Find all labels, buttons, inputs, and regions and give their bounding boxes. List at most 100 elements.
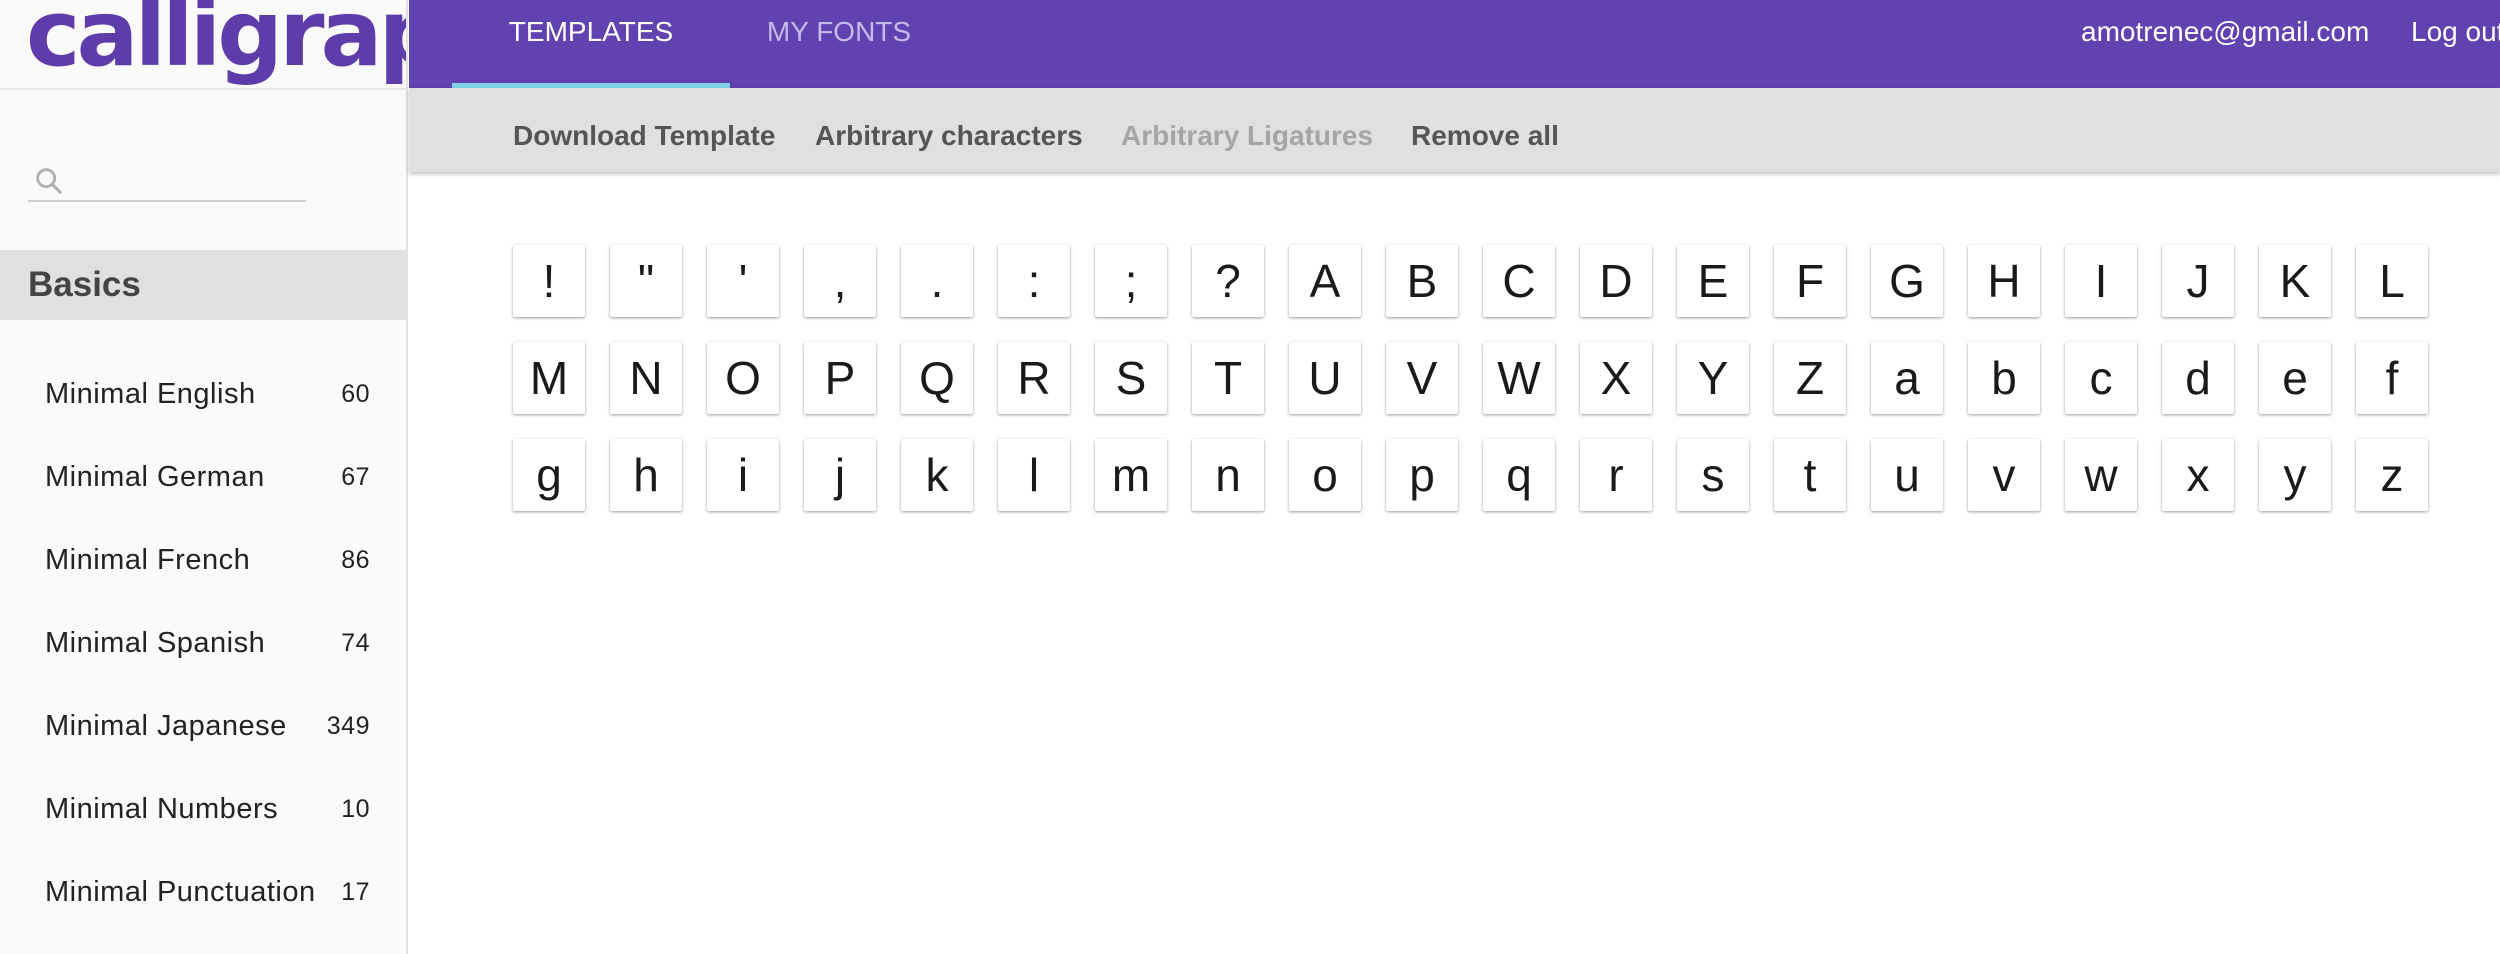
character-cell[interactable]: j [804,439,876,511]
template-name: Minimal Numbers [45,793,279,825]
character-cell[interactable]: d [2162,342,2234,414]
template-count: 67 [341,463,370,491]
template-count: 86 [341,546,370,574]
character-cell[interactable]: p [1386,439,1458,511]
character-cell[interactable]: : [998,245,1070,317]
template-count: 60 [341,380,370,408]
template-count: 10 [341,795,370,823]
tab-templates[interactable]: TEMPLATES [452,0,730,88]
character-cell[interactable]: ! [513,245,585,317]
character-cell[interactable]: o [1289,439,1361,511]
character-cell[interactable]: U [1289,342,1361,414]
character-cell[interactable]: b [1968,342,2040,414]
character-cell[interactable]: e [2259,342,2331,414]
character-cell[interactable]: w [2065,439,2137,511]
search-input[interactable] [74,160,304,200]
character-cell[interactable]: N [610,342,682,414]
template-count: 74 [341,629,370,657]
template-name: Minimal Japanese [45,710,287,742]
character-cell[interactable]: A [1289,245,1361,317]
character-cell[interactable]: ' [707,245,779,317]
template-count: 349 [326,712,370,740]
character-cell[interactable]: k [901,439,973,511]
template-item[interactable]: Minimal French 86 [0,519,406,602]
template-item[interactable]: Minimal Punctuation 17 [0,851,406,934]
character-cell[interactable]: x [2162,439,2234,511]
character-cell[interactable]: F [1774,245,1846,317]
category-basics[interactable]: Basics [0,250,406,320]
template-name: Minimal Punctuation [45,876,316,908]
character-cell[interactable]: n [1192,439,1264,511]
template-list: Minimal English 60 Minimal German 67 Minimal… [0,353,406,934]
app-logo[interactable]: calligraphr [26,0,406,80]
character-cell[interactable]: y [2259,439,2331,511]
character-cell[interactable]: i [707,439,779,511]
character-cell[interactable]: O [707,342,779,414]
character-cell[interactable]: . [901,245,973,317]
character-cell[interactable]: W [1483,342,1555,414]
character-cell[interactable]: T [1192,342,1264,414]
character-cell[interactable]: v [1968,439,2040,511]
character-cell[interactable]: , [804,245,876,317]
remove-all-button[interactable]: Remove all [1411,88,1559,184]
template-item[interactable]: Minimal English 60 [0,353,406,436]
character-cell[interactable]: c [2065,342,2137,414]
top-bar: TEMPLATES MY FONTS amotrenec@gmail.com L… [409,0,2500,88]
character-cell[interactable]: Y [1677,342,1749,414]
character-cell[interactable]: B [1386,245,1458,317]
character-cell[interactable]: X [1580,342,1652,414]
character-cell[interactable]: E [1677,245,1749,317]
character-cell[interactable]: t [1774,439,1846,511]
character-cell[interactable]: G [1871,245,1943,317]
character-cell[interactable]: " [610,245,682,317]
character-cell[interactable]: f [2356,342,2428,414]
template-item[interactable]: Minimal Japanese 349 [0,685,406,768]
character-cell[interactable]: I [2065,245,2137,317]
character-cell[interactable]: l [998,439,1070,511]
tab-my-fonts[interactable]: MY FONTS [749,0,929,88]
template-item[interactable]: Minimal German 67 [0,436,406,519]
character-cell[interactable]: M [513,342,585,414]
character-cell[interactable]: V [1386,342,1458,414]
arbitrary-ligatures-button[interactable]: Arbitrary Ligatures [1121,88,1373,184]
character-grid: ! " ',.:;? A B C D E F G H I J K L M N O P Q R S T U V W X Y Za b c d e f… [513,245,2449,511]
arbitrary-characters-button[interactable]: Arbitrary characters [815,88,1083,184]
search-icon [36,168,62,194]
character-cell[interactable]: r [1580,439,1652,511]
character-cell[interactable]: R [998,342,1070,414]
template-item[interactable]: Minimal Numbers 10 [0,768,406,851]
character-cell[interactable]: H [1968,245,2040,317]
character-cell[interactable]: u [1871,439,1943,511]
template-item[interactable]: Minimal Spanish 74 [0,602,406,685]
template-name: Minimal French [45,544,251,576]
template-name: Minimal Spanish [45,627,266,659]
template-count: 17 [341,878,370,906]
sidebar: calligraphr Basics Minimal English60Mini… [0,0,408,954]
character-cell[interactable]: K [2259,245,2331,317]
template-name: Minimal English [45,378,256,410]
character-cell[interactable]: Q [901,342,973,414]
character-cell[interactable]: Z [1774,342,1846,414]
character-cell[interactable]: a [1871,342,1943,414]
user-email[interactable]: amotrenec@gmail.com [2081,0,2369,64]
template-search [28,160,306,202]
character-cell[interactable]: C [1483,245,1555,317]
character-cell[interactable]: s [1677,439,1749,511]
logout-link[interactable]: Log out [2411,0,2500,64]
character-cell[interactable]: J [2162,245,2234,317]
download-template-button[interactable]: Download Template [513,88,775,184]
character-cell[interactable]: S [1095,342,1167,414]
character-cell[interactable]: P [804,342,876,414]
template-name: Minimal German [45,461,265,493]
character-cell[interactable]: q [1483,439,1555,511]
character-cell[interactable]: z [2356,439,2428,511]
logo-area: calligraphr [0,0,406,90]
character-cell[interactable]: D [1580,245,1652,317]
template-toolbar: Download Template Arbitrary characters A… [409,88,2500,172]
character-cell[interactable]: g [513,439,585,511]
character-cell[interactable]: ? [1192,245,1264,317]
character-cell[interactable]: m [1095,439,1167,511]
character-cell[interactable]: h [610,439,682,511]
character-cell[interactable]: L [2356,245,2428,317]
character-cell[interactable]: ; [1095,245,1167,317]
